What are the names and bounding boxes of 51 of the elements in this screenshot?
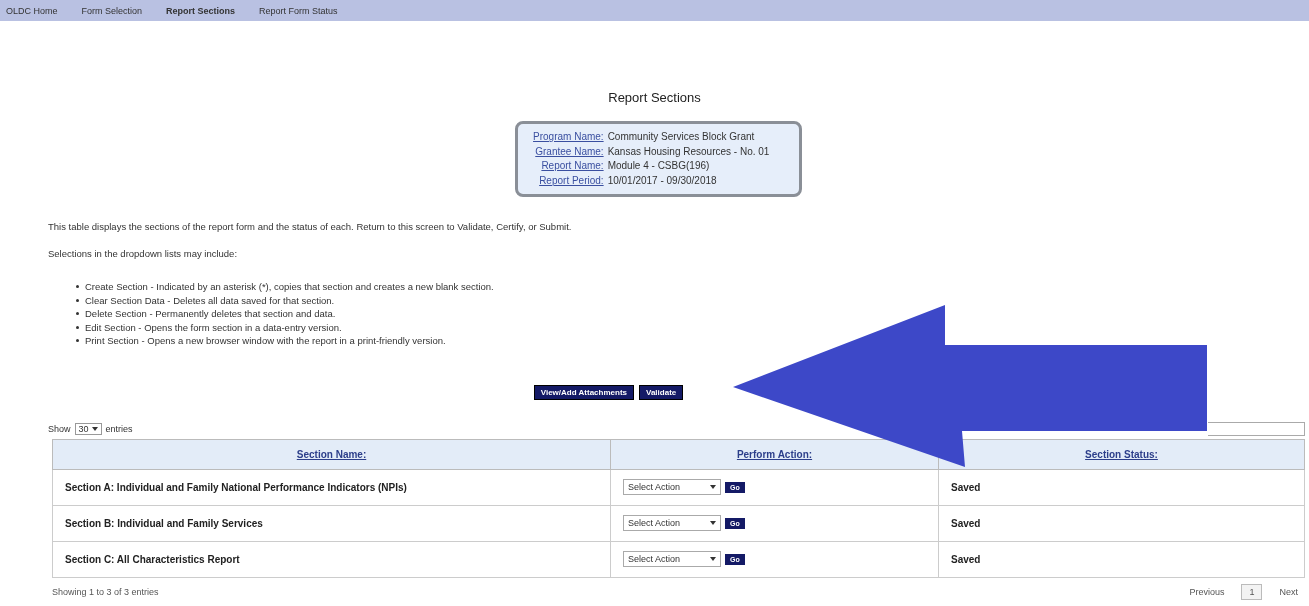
section-name: Section B: Individual and Family Services [65, 517, 263, 529]
list-item-text: Create Section - Indicated by an asterisk (*), copies that section and creates a new blank section. [85, 280, 494, 294]
info-value: Kansas Housing Resources - No. 01 [607, 144, 770, 159]
nav-link[interactable]: OLDC Home [6, 5, 58, 16]
list-intro-text: Selections in the dropdown lists may include: [48, 248, 239, 259]
section-name: Section C: All Characteristics Report [65, 553, 240, 565]
section-status: Saved [951, 481, 981, 493]
search-field[interactable] [1208, 421, 1305, 436]
bullet-icon [76, 325, 79, 329]
list-item-text: Print Section - Opens a new browser window with the report in a print-friendly version. [85, 334, 446, 348]
section-name: Section A: Individual and Family National Performance Indicators (NPIs) [65, 481, 407, 493]
entries-label: entries [105, 423, 133, 434]
list-item-text: Delete Section - Permanently deletes that section and data. [85, 307, 336, 321]
list-item-text: Edit Section - Opens the form section in a data-entry version. [85, 320, 342, 334]
page-link[interactable]: 1 [1241, 583, 1263, 600]
entries-select[interactable]: 30 [74, 422, 102, 435]
intro-text: This table displays the sections of the report form and the status of each. Return to this screen to Validate, Certify, or Submit. [48, 221, 573, 232]
column-header-link[interactable]: Perform Action: [736, 448, 813, 460]
caret-icon [91, 426, 98, 431]
info-label-link[interactable]: Grantee Name: [529, 144, 604, 159]
list-item-text: Clear Section Data - Deletes all data saved for that section. [85, 293, 335, 307]
info-value: Module 4 - CSBG(196) [607, 159, 710, 173]
action-select[interactable]: Select Action [623, 479, 721, 495]
info-value: Community Services Block Grant [607, 130, 755, 144]
entries-info: Showing 1 to 3 of 3 entries [52, 586, 159, 597]
nav-link[interactable]: Form Selection [81, 5, 143, 16]
info-label-link[interactable]: Report Period: [529, 173, 604, 188]
nav-link[interactable]: Report Sections [166, 5, 236, 16]
nav-link[interactable]: Report Form Status [259, 5, 338, 16]
info-value: 10/01/2017 - 09/30/2018 [607, 173, 717, 188]
show-label: Show [48, 423, 71, 434]
caret-icon [710, 485, 716, 489]
page-link[interactable]: Next [1272, 584, 1305, 599]
action-select[interactable]: Select Action [623, 551, 721, 567]
action-button[interactable]: Validate [639, 384, 684, 400]
bullet-icon [76, 285, 79, 289]
section-status: Saved [951, 553, 981, 565]
caret-icon [710, 557, 716, 561]
page-link[interactable]: Previous [1182, 584, 1232, 599]
caret-icon [710, 521, 716, 525]
info-label-link[interactable]: Program Name: [529, 130, 604, 145]
action-select[interactable]: Select Action [623, 515, 721, 531]
info-label-link[interactable]: Report Name: [529, 159, 604, 174]
action-button[interactable]: View/Add Attachments [533, 384, 634, 400]
column-header-link[interactable]: Section Status: [1085, 448, 1158, 460]
section-status: Saved [951, 517, 981, 529]
bullet-icon [76, 339, 79, 343]
bullet-icon [76, 312, 79, 316]
page-title: Report Sections [607, 90, 702, 105]
column-header-link[interactable]: Section Name: [296, 448, 367, 460]
bullet-icon [76, 298, 79, 302]
